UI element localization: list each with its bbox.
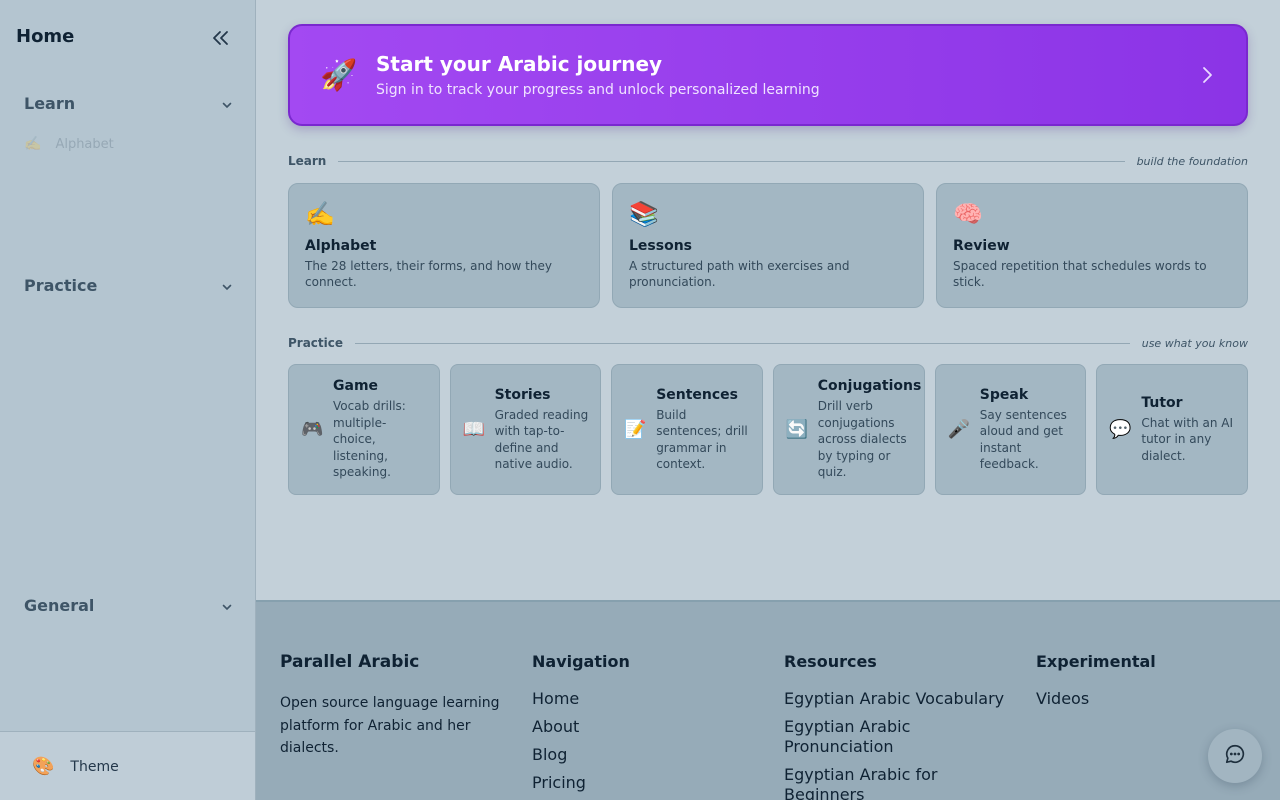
sign-in-banner[interactable]: 🚀 Start your Arabic journey Sign in to t…: [288, 24, 1248, 126]
learn-section-header: Learn build the foundation: [288, 154, 1248, 168]
sidebar-section-practice[interactable]: Practice: [24, 276, 234, 295]
memo-icon: 📝: [624, 419, 647, 440]
footer-link-videos[interactable]: Videos: [1036, 689, 1156, 709]
brain-icon: 🧠: [953, 200, 983, 228]
card-title: Lessons: [629, 238, 692, 254]
chat-button[interactable]: [1208, 729, 1262, 783]
sidebar-section-learn[interactable]: Learn: [24, 94, 234, 113]
sidebar-item-alphabet[interactable]: ✍️ Alphabet: [24, 136, 114, 152]
sidebar-footer: 🎨 Theme: [0, 731, 255, 800]
open-book-icon: 📖: [462, 419, 486, 440]
writing-hand-icon: ✍️: [305, 200, 335, 228]
chevron-down-icon: [220, 599, 234, 613]
card-stories[interactable]: 📖 Stories Graded reading with tap-to-def…: [449, 364, 602, 495]
footer-brand: Parallel Arabic: [280, 652, 420, 672]
footer-link-about[interactable]: About: [532, 717, 630, 737]
footer-resources-column: Resources Egyptian Arabic Vocabulary Egy…: [784, 652, 1014, 800]
sidebar-section-label: Practice: [24, 276, 98, 295]
card-game[interactable]: 🎮 Game Vocab drills: multiple-choice, li…: [288, 364, 440, 495]
footer-description: Open source language learning platform f…: [280, 695, 500, 756]
sidebar: Home Learn ✍️ Alphabet Practice General …: [0, 0, 256, 800]
card-description: The 28 letters, their forms, and how the…: [305, 259, 552, 289]
section-note: use what you know: [1141, 336, 1248, 350]
chevron-down-icon: [220, 279, 234, 293]
repeat-arrows-icon: 🔄: [785, 419, 809, 440]
chevron-down-icon: [220, 97, 234, 111]
rocket-icon: 🚀: [320, 58, 358, 93]
collapse-sidebar-icon[interactable]: [208, 26, 232, 50]
footer-link-home[interactable]: Home: [532, 689, 630, 709]
card-title: Tutor: [1141, 394, 1183, 411]
sidebar-item-label: Alphabet: [55, 136, 114, 152]
card-description: Spaced repetition that schedules words t…: [953, 259, 1207, 289]
card-tutor[interactable]: 💬 Tutor Chat with an AI tutor in any dia…: [1096, 364, 1248, 495]
section-note: build the foundation: [1136, 154, 1248, 168]
speech-bubble-icon: 💬: [1109, 419, 1132, 440]
footer-experimental-column: Experimental Videos: [1036, 652, 1156, 709]
sidebar-section-label: General: [24, 596, 95, 615]
chat-bubble-icon: [1224, 743, 1246, 769]
footer-link-vocabulary[interactable]: Egyptian Arabic Vocabulary: [784, 689, 1014, 709]
card-description: A structured path with exercises and pro…: [629, 259, 850, 289]
writing-hand-icon: ✍️: [24, 136, 42, 152]
card-title: Conjugations: [817, 378, 922, 395]
microphone-icon: 🎤: [947, 419, 971, 440]
footer-heading: Experimental: [1036, 652, 1156, 671]
section-title: Practice: [288, 336, 344, 350]
footer-heading: Resources: [784, 652, 877, 671]
card-speak[interactable]: 🎤 Speak Say sentences aloud and get inst…: [934, 364, 1087, 495]
game-controller-icon: 🎮: [301, 419, 324, 440]
card-title: Stories: [494, 386, 551, 403]
footer-link-pronunciation[interactable]: Egyptian Arabic Pronunciation: [784, 717, 1014, 757]
card-title: Review: [953, 238, 1010, 254]
card-title: Alphabet: [305, 238, 377, 254]
sidebar-home-link[interactable]: Home: [16, 26, 74, 47]
section-divider: [355, 342, 1130, 344]
sidebar-section-general[interactable]: General: [24, 596, 234, 615]
footer-heading: Navigation: [532, 652, 630, 671]
banner-subtitle: Sign in to track your progress and unloc…: [376, 82, 820, 98]
card-description: Vocab drills: multiple-choice, listening…: [333, 399, 406, 480]
section-divider: [338, 160, 1125, 162]
books-icon: 📚: [629, 200, 659, 228]
learn-cards: ✍️ Alphabet The 28 letters, their forms,…: [288, 183, 1248, 308]
card-description: Chat with an AI tutor in any dialect.: [1141, 415, 1234, 463]
site-footer: Parallel Arabic Open source language lea…: [256, 600, 1280, 800]
card-alphabet[interactable]: ✍️ Alphabet The 28 letters, their forms,…: [288, 183, 600, 308]
card-description: Graded reading with tap-to-define and na…: [494, 407, 589, 472]
card-title: Speak: [979, 386, 1029, 403]
section-title: Learn: [288, 154, 327, 168]
card-lessons[interactable]: 📚 Lessons A structured path with exercis…: [612, 183, 924, 308]
footer-link-blog[interactable]: Blog: [532, 745, 630, 765]
card-description: Build sentences; drill grammar in contex…: [656, 407, 748, 472]
main-content: 🚀 Start your Arabic journey Sign in to t…: [256, 0, 1280, 600]
banner-title: Start your Arabic journey: [376, 52, 663, 76]
card-description: Say sentences aloud and get instant feed…: [979, 407, 1067, 472]
practice-section-header: Practice use what you know: [288, 336, 1248, 350]
practice-cards: 🎮 Game Vocab drills: multiple-choice, li…: [288, 364, 1248, 495]
card-title: Sentences: [656, 386, 739, 403]
card-conjugations[interactable]: 🔄 Conjugations Drill verb conjugations a…: [772, 364, 925, 495]
footer-navigation-column: Navigation Home About Blog Pricing: [532, 652, 630, 793]
card-title: Game: [333, 378, 379, 395]
chevron-right-icon: [1196, 64, 1218, 86]
palette-icon: 🎨: [32, 756, 55, 777]
footer-link-pricing[interactable]: Pricing: [532, 773, 630, 793]
card-description: Drill verb conjugations across dialects …: [817, 399, 907, 480]
card-review[interactable]: 🧠 Review Spaced repetition that schedule…: [936, 183, 1248, 308]
sidebar-section-label: Learn: [24, 94, 76, 113]
theme-button[interactable]: 🎨 Theme: [32, 756, 119, 777]
footer-link-beginners[interactable]: Egyptian Arabic for Beginners: [784, 765, 1014, 800]
card-sentences[interactable]: 📝 Sentences Build sentences; drill gramm…: [611, 364, 763, 495]
theme-label: Theme: [70, 758, 119, 775]
footer-brand-column: Parallel Arabic Open source language lea…: [280, 652, 500, 760]
